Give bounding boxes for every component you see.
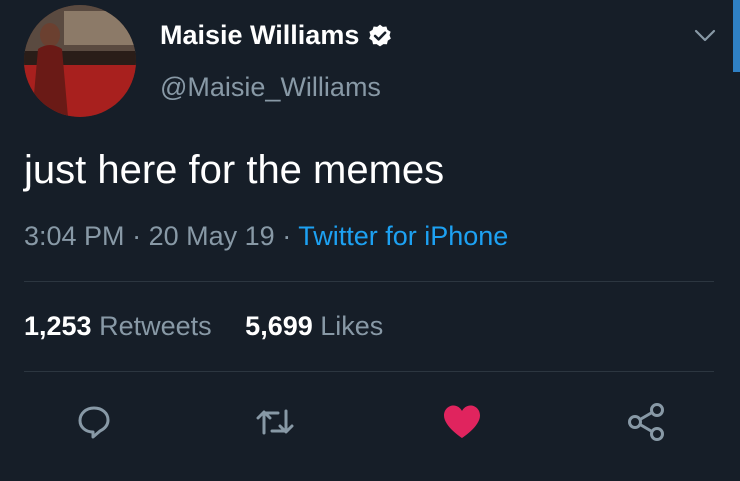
heart-icon (444, 405, 480, 438)
author-name-row[interactable]: Maisie Williams (160, 20, 393, 51)
chevron-down-icon[interactable] (694, 28, 716, 44)
retweets-count: 1,253 (24, 311, 92, 341)
share-button[interactable] (626, 402, 666, 442)
tweet-stats: 1,253 Retweets 5,699 Likes (24, 311, 409, 342)
divider (24, 371, 714, 372)
likes-label: Likes (320, 311, 384, 341)
retweet-icon (256, 409, 294, 435)
author-display-name[interactable]: Maisie Williams (160, 20, 359, 51)
retweets-stat[interactable]: 1,253 Retweets (24, 311, 219, 341)
meta-separator: · (282, 221, 292, 251)
likes-stat[interactable]: 5,699 Likes (245, 311, 383, 341)
meta-separator: · (132, 221, 142, 251)
reply-button[interactable] (74, 402, 114, 442)
reply-icon (78, 406, 110, 439)
scrollbar[interactable] (733, 0, 740, 72)
verified-badge-icon (367, 23, 393, 49)
avatar-photo (24, 5, 136, 117)
share-icon (628, 403, 664, 441)
author-handle[interactable]: @Maisie_Williams (160, 72, 381, 103)
divider (24, 281, 714, 282)
avatar[interactable] (24, 5, 136, 117)
tweet-source-link[interactable]: Twitter for iPhone (298, 221, 508, 251)
retweets-label: Retweets (99, 311, 212, 341)
retweet-button[interactable] (255, 402, 295, 442)
like-button[interactable] (442, 402, 482, 442)
tweet-text: just here for the memes (24, 148, 445, 192)
tweet-time: 3:04 PM (24, 221, 125, 251)
tweet-date: 20 May 19 (148, 221, 275, 251)
tweet-meta: 3:04 PM · 20 May 19 · Twitter for iPhone (24, 221, 508, 252)
likes-count: 5,699 (245, 311, 313, 341)
